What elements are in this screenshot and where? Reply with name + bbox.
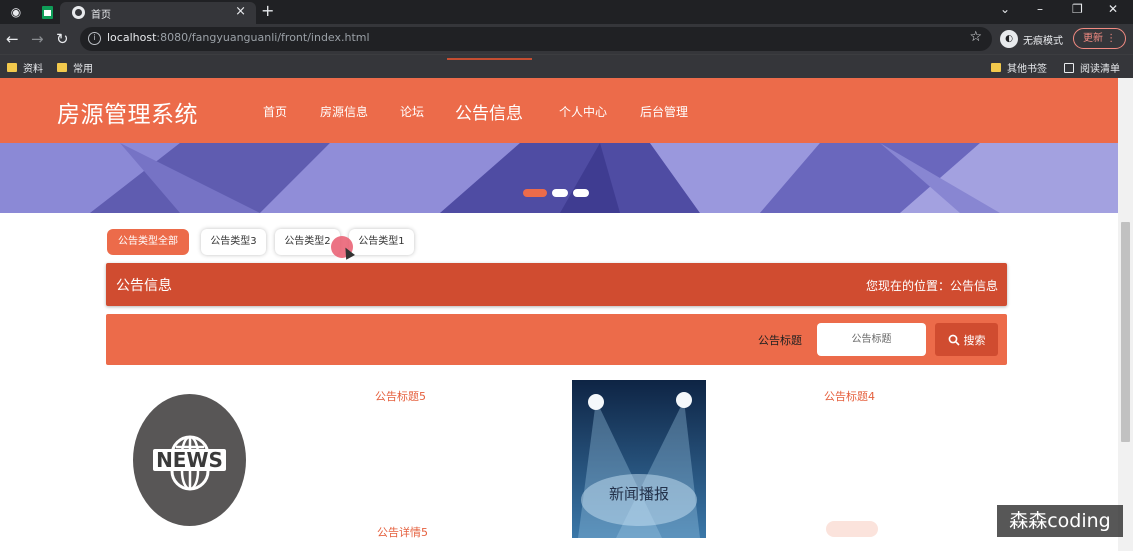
browser-tab-strip: ◉ 首页 × + ⌄ – ❐ ✕: [0, 0, 1133, 24]
location-bar: 公告信息 您现在的位置：公告信息: [106, 263, 1007, 306]
search-input[interactable]: [817, 323, 926, 356]
bookmark-label: 其他书签: [1007, 64, 1047, 75]
card-title[interactable]: 公告标题4: [824, 388, 875, 404]
bookmarks-bar: 资料 常用 其他书签 阅读清单: [0, 54, 1133, 78]
carousel-dot[interactable]: [573, 189, 589, 197]
tab-home[interactable]: 首页 ×: [60, 2, 256, 24]
card-detail[interactable]: 公告详情5: [377, 524, 428, 540]
new-tab-icon[interactable]: +: [261, 1, 274, 20]
filter-all[interactable]: 公告类型全部: [107, 229, 189, 255]
close-icon[interactable]: ×: [235, 4, 246, 19]
globe-icon: [170, 471, 209, 491]
chevron-down-icon[interactable]: ⌄: [1000, 2, 1010, 16]
search-label: 公告标题: [758, 334, 802, 347]
info-icon[interactable]: i: [88, 32, 101, 45]
spotlight-stage-image: [572, 380, 706, 538]
filter-type-2[interactable]: 公告类型2: [275, 229, 340, 255]
banner-image: [0, 143, 1118, 213]
bookmark-label: 常用: [73, 64, 93, 75]
url-host: localhost: [107, 31, 157, 44]
forward-arrow-icon[interactable]: →: [31, 30, 44, 48]
update-button[interactable]: 更新 ⋮: [1073, 28, 1126, 49]
globe-icon[interactable]: ◉: [8, 4, 24, 20]
folder-icon: [991, 63, 1001, 72]
back-arrow-icon[interactable]: ←: [6, 30, 19, 48]
search-icon: [948, 334, 960, 346]
folder-icon: [7, 63, 17, 72]
nav-active-indicator: [447, 58, 532, 60]
news-card-image[interactable]: NEWS: [133, 394, 246, 526]
other-bookmarks[interactable]: 其他书签: [991, 60, 1047, 75]
bookmark-label: 阅读清单: [1080, 64, 1120, 75]
search-bar: 公告标题 搜索: [106, 314, 1007, 365]
news-broadcast-label: 新闻播报: [608, 485, 669, 503]
update-label: 更新: [1083, 33, 1103, 44]
restore-icon[interactable]: ❐: [1072, 2, 1083, 16]
carousel-dot[interactable]: [523, 189, 547, 197]
reading-list-icon: [1064, 62, 1074, 73]
card-title[interactable]: 公告标题5: [375, 388, 426, 404]
reading-list[interactable]: 阅读清单: [1064, 60, 1120, 75]
close-icon[interactable]: ✕: [1108, 2, 1118, 16]
star-icon[interactable]: ☆: [969, 29, 982, 45]
section-title: 公告信息: [116, 278, 172, 294]
tab-title: 首页: [91, 10, 111, 21]
carousel-dots: [523, 189, 589, 197]
watermark: 森森coding: [997, 505, 1123, 537]
bookmark-folder[interactable]: 常用: [57, 60, 93, 75]
nav-home[interactable]: 首页: [263, 103, 287, 120]
bookmark-folder[interactable]: 资料: [7, 60, 43, 75]
address-toolbar: ← → ↻ i localhost:8080/fangyuanguanli/fr…: [0, 24, 1133, 54]
url-path: :8080/fangyuanguanli/front/index.html: [156, 31, 370, 44]
nav-listings[interactable]: 房源信息: [320, 103, 368, 120]
nav-announcements[interactable]: 公告信息: [455, 99, 523, 124]
filter-type-3[interactable]: 公告类型3: [201, 229, 266, 255]
carousel-dot[interactable]: [552, 189, 568, 197]
url-field[interactable]: i localhost:8080/fangyuanguanli/front/in…: [80, 27, 992, 51]
minimize-icon[interactable]: –: [1037, 2, 1043, 16]
nav-profile[interactable]: 个人中心: [559, 103, 607, 120]
filter-type-1[interactable]: 公告类型1: [349, 229, 414, 255]
nav-forum[interactable]: 论坛: [400, 103, 424, 120]
incognito-label: 无痕模式: [1023, 36, 1063, 47]
folder-icon: [57, 63, 67, 72]
detail-button[interactable]: [826, 521, 878, 537]
reload-icon[interactable]: ↻: [56, 30, 69, 48]
sheets-icon[interactable]: [39, 4, 55, 20]
site-header: 房源管理系统 首页 房源信息 论坛 公告信息 个人中心 后台管理: [0, 78, 1118, 143]
news-broadcast-image[interactable]: 新闻播报: [572, 380, 706, 538]
search-button[interactable]: 搜索: [935, 323, 998, 356]
incognito-icon[interactable]: ◐: [1000, 30, 1018, 48]
nav-admin[interactable]: 后台管理: [640, 103, 688, 120]
site-logo[interactable]: 房源管理系统: [57, 95, 198, 129]
news-label: NEWS: [153, 449, 226, 471]
breadcrumb: 您现在的位置：公告信息: [865, 279, 998, 293]
banner-carousel[interactable]: [0, 143, 1118, 213]
scrollbar-thumb[interactable]: [1121, 222, 1130, 442]
globe-icon: [72, 6, 85, 19]
search-button-label: 搜索: [963, 333, 986, 347]
bookmark-label: 资料: [23, 64, 43, 75]
